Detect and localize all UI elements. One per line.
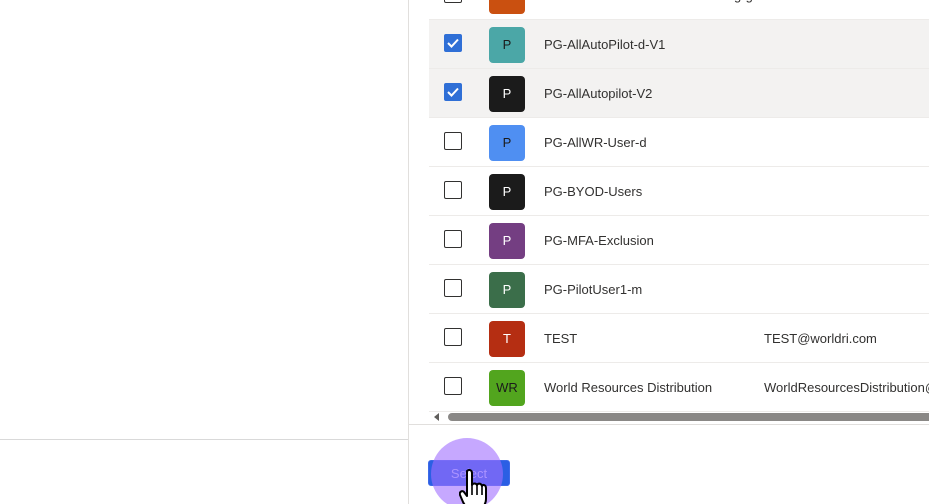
- group-name: World Resources Distribution: [544, 380, 713, 395]
- group-row[interactable]: P PG-AllWR-User-d: [429, 118, 929, 167]
- group-row[interactable]: MW MDE-Windows-device-onboarding-g: [429, 0, 929, 20]
- checkmark-icon: [447, 38, 459, 48]
- left-pane: [0, 0, 408, 504]
- checkmark-icon: [447, 87, 459, 97]
- group-name: PG-BYOD-Users: [544, 184, 643, 199]
- group-name: PG-AllWR-User-d: [544, 135, 647, 150]
- horizontal-scrollbar[interactable]: [429, 409, 929, 425]
- group-avatar: P: [489, 27, 525, 63]
- row-checkbox[interactable]: [444, 34, 462, 52]
- row-checkbox[interactable]: [444, 230, 462, 248]
- group-avatar: P: [489, 76, 525, 112]
- row-checkbox[interactable]: [444, 377, 462, 395]
- group-row[interactable]: P PG-MFA-Exclusion: [429, 216, 929, 265]
- group-row[interactable]: T TEST TEST@worldri.com: [429, 314, 929, 363]
- group-email: WorldResourcesDistribution@: [764, 380, 929, 395]
- group-avatar: P: [489, 223, 525, 259]
- group-row[interactable]: P PG-AllAutopilot-V2: [429, 69, 929, 118]
- panel-footer: Select: [409, 424, 929, 504]
- scrollbar-thumb[interactable]: [448, 413, 929, 421]
- group-avatar: T: [489, 321, 525, 357]
- row-checkbox[interactable]: [444, 279, 462, 297]
- select-groups-panel: MW MDE-Windows-device-onboarding-g P PG-All…: [408, 0, 929, 504]
- group-avatar: MW: [489, 0, 525, 14]
- group-name: TEST: [544, 331, 578, 346]
- row-checkbox[interactable]: [444, 181, 462, 199]
- group-row[interactable]: P PG-AllAutoPilot-d-V1: [429, 20, 929, 69]
- group-email: TEST@worldri.com: [764, 331, 877, 346]
- group-name: PG-AllAutopilot-V2: [544, 86, 653, 101]
- group-list: MW MDE-Windows-device-onboarding-g P PG-All…: [429, 0, 929, 412]
- group-name: PG-PilotUser1-m: [544, 282, 643, 297]
- row-checkbox[interactable]: [444, 83, 462, 101]
- group-row[interactable]: WR World Resources Distribution WorldResou…: [429, 363, 929, 412]
- group-avatar: P: [489, 272, 525, 308]
- select-button[interactable]: Select: [429, 461, 509, 485]
- group-name: PG-AllAutoPilot-d-V1: [544, 37, 666, 52]
- group-name: MDE-Windows-device-onboarding-g: [544, 0, 753, 20]
- group-row[interactable]: P PG-PilotUser1-m: [429, 265, 929, 314]
- group-row[interactable]: P PG-BYOD-Users: [429, 167, 929, 216]
- scroll-left-arrow-icon[interactable]: [434, 413, 439, 421]
- left-pane-divider: [0, 439, 408, 440]
- row-checkbox[interactable]: [444, 328, 462, 346]
- group-name: PG-MFA-Exclusion: [544, 233, 654, 248]
- row-checkbox[interactable]: [444, 132, 462, 150]
- group-avatar: P: [489, 174, 525, 210]
- group-avatar: P: [489, 125, 525, 161]
- group-avatar: WR: [489, 370, 525, 406]
- row-checkbox[interactable]: [444, 0, 462, 3]
